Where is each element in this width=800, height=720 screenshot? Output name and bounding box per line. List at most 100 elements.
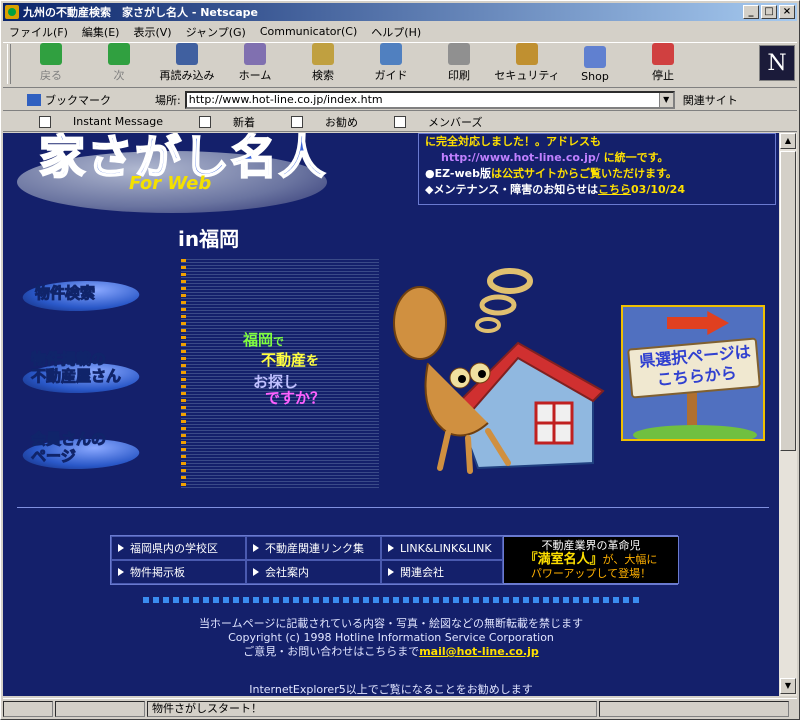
toolbar-button-0[interactable]: 戻る (17, 43, 85, 87)
menu-bar: ファイル(F) 編集(E) 表示(V) ジャンプ(G) Communicator… (3, 22, 797, 41)
members-page-button[interactable]: 会員さんの ページ (17, 429, 145, 477)
toolbar-button-label: セキュリティ (494, 69, 560, 82)
forward-arrow-icon (108, 43, 130, 65)
hermit-crab-house-illustration (393, 268, 605, 474)
toolbar-button-6[interactable]: 印刷 (425, 43, 493, 87)
bookmarks-button[interactable]: ブックマーク (27, 92, 111, 108)
toolbar-button-1[interactable]: 次 (85, 43, 153, 87)
caption-fukuoka: 福岡で (243, 331, 285, 349)
property-search-button[interactable]: 物件検索 (17, 273, 145, 313)
close-button[interactable]: × (779, 5, 795, 19)
link-property-board[interactable]: 物件掲示板 (111, 560, 246, 584)
caption-realestate: 不動産を (261, 351, 320, 369)
security-status-icon[interactable] (3, 700, 53, 717)
new-button[interactable]: 新着 (181, 114, 255, 130)
site-logo[interactable]: 家さがし名人 For Web (17, 133, 327, 213)
progress-meter (55, 700, 145, 717)
news-line-1: に完全対応しました！。アドレスも (425, 135, 601, 148)
news-url[interactable]: http://www.hot-line.co.jp/ (441, 151, 600, 164)
sign-arrow-icon (667, 311, 729, 335)
recommend-button[interactable]: お勧め (273, 114, 358, 130)
home-icon (244, 43, 266, 65)
scroll-up-icon[interactable]: ▲ (780, 133, 796, 149)
page-icon (291, 115, 303, 128)
related-sites-button[interactable]: 関連サイト (683, 92, 738, 108)
scroll-thumb[interactable] (780, 151, 796, 451)
print-icon (448, 43, 470, 65)
lock-icon (516, 43, 538, 65)
toolbar-button-5[interactable]: ガイド (357, 43, 425, 87)
personal-toolbar: Instant Message 新着 お勧め メンバーズ (3, 112, 797, 132)
toolbar-button-9[interactable]: 停止 (629, 43, 697, 87)
guide-icon (380, 43, 402, 65)
status-bar: 物件さがしスタート！ (3, 698, 797, 718)
url-dropdown-icon[interactable]: ▼ (658, 92, 673, 107)
toolbar-button-4[interactable]: 検索 (289, 43, 357, 87)
instant-message-button[interactable]: Instant Message (21, 115, 163, 128)
triangle-icon (118, 568, 124, 576)
toolbar-button-label: 戻る (40, 69, 62, 82)
maximize-button[interactable]: □ (761, 5, 777, 19)
bookmark-icon (27, 93, 41, 106)
toolbar-button-8[interactable]: Shop (561, 43, 629, 87)
link-link-and-link[interactable]: LINK&LINK&LINK (381, 536, 503, 560)
menu-communicator[interactable]: Communicator(C) (260, 25, 357, 38)
maintenance-link[interactable]: こちら (598, 183, 631, 196)
toolbar-button-7[interactable]: セキュリティ (493, 43, 561, 87)
component-bar[interactable] (599, 700, 789, 717)
footer: 当ホームページに記載されている内容・写真・絵図などの無断転載を禁じます Copy… (198, 617, 584, 658)
link-school-district[interactable]: 福岡県内の学校区 (111, 536, 246, 560)
minimize-button[interactable]: _ (743, 5, 759, 19)
toolbar-button-label: 印刷 (448, 69, 470, 82)
search-icon (312, 43, 334, 65)
triangle-icon (388, 544, 394, 552)
toolbar-grip[interactable] (7, 44, 11, 84)
toolbar-button-label: 停止 (652, 69, 674, 82)
toolbar-button-3[interactable]: ホーム (221, 43, 289, 87)
dotted-border (181, 259, 186, 489)
link-company-info[interactable]: 会社案内 (246, 560, 381, 584)
toolbar-button-label: 再読み込み (159, 69, 215, 82)
triangle-icon (253, 568, 259, 576)
netscape-logo[interactable]: N (759, 45, 795, 81)
caption-question: ですか？ (265, 389, 326, 407)
logo-subtitle: For Web (129, 173, 212, 194)
members-button[interactable]: メンバーズ (376, 114, 482, 130)
scroll-down-icon[interactable]: ▼ (780, 678, 796, 694)
menu-file[interactable]: ファイル(F) (9, 24, 68, 40)
page-content: 家さがし名人 For Web に完全対応しました！。アドレスも http://w… (3, 133, 779, 696)
stop-icon (652, 43, 674, 65)
menu-go[interactable]: ジャンプ(G) (186, 24, 246, 40)
navigation-toolbar: 戻る 次 再読み込み ホーム 検索 ガイド 印刷 セキュリティ Shop 停止 (3, 42, 797, 88)
prefecture-select-sign[interactable]: 県選択ページは こちらから (621, 305, 765, 441)
triangle-icon (253, 544, 259, 552)
title-bar: 九州の不動産検索 家さがし名人 - Netscape _ □ × (3, 3, 797, 21)
toolbar-button-label: 次 (113, 69, 125, 82)
reload-icon (176, 43, 198, 65)
link-realestate-links[interactable]: 不動産関連リンク集 (246, 536, 381, 560)
news-box: に完全対応しました！。アドレスも http://www.hot-line.co.… (418, 133, 776, 205)
shop-icon (584, 46, 606, 68)
triangle-icon (388, 568, 394, 576)
netscape-app-icon (5, 5, 19, 19)
menu-help[interactable]: ヘルプ(H) (371, 24, 421, 40)
toolbar-button-label: Shop (581, 70, 609, 83)
url-input[interactable]: http://www.hot-line.co.jp/index.htm ▼ (184, 90, 675, 109)
browser-recommendation: InternetExplorer5以上でご覧になることをお勧めします (249, 683, 533, 696)
realtor-listing-button[interactable]: 物件掲載の 不動産屋さん (17, 349, 145, 397)
manshitsu-meijin-ad[interactable]: 不動産業界の革命児 『満室名人』が、大幅に パワーアップして登場！ (503, 536, 679, 584)
link-affiliates[interactable]: 関連会社 (381, 560, 503, 584)
contact-email-link[interactable]: mail@hot-line.co.jp (419, 645, 539, 658)
divider (17, 507, 769, 508)
person-icon (39, 115, 51, 128)
vertical-scrollbar[interactable]: ▲ ▼ (779, 133, 797, 696)
sign-text: 県選択ページは こちらから (638, 342, 752, 390)
toolbar-button-label: ホーム (238, 69, 272, 82)
toolbar-button-2[interactable]: 再読み込み (153, 43, 221, 87)
status-text: 物件さがしスタート！ (147, 700, 597, 717)
window-title: 九州の不動産検索 家さがし名人 - Netscape (23, 6, 258, 19)
menu-view[interactable]: 表示(V) (133, 24, 171, 40)
menu-edit[interactable]: 編集(E) (82, 24, 120, 40)
link-grid: 福岡県内の学校区 不動産関連リンク集 LINK&LINK&LINK 不動産業界の… (110, 535, 679, 585)
location-bar: ブックマーク 場所: http://www.hot-line.co.jp/ind… (3, 89, 797, 111)
